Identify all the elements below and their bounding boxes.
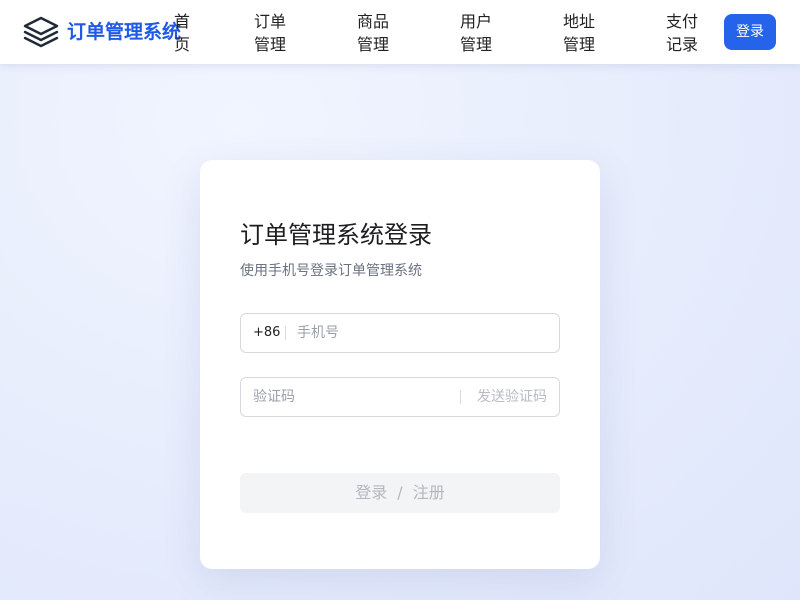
phone-divider <box>285 326 286 340</box>
login-card: 订单管理系统登录 使用手机号登录订单管理系统 +86 发送验证码 登录 / 注册 <box>200 160 600 569</box>
login-register-button[interactable]: 登录 / 注册 <box>240 473 560 513</box>
country-code-prefix: +86 <box>253 325 281 340</box>
nav-item-users[interactable]: 用户管理 <box>460 10 494 56</box>
header-login-button[interactable]: 登录 <box>724 14 776 50</box>
verification-code-input[interactable] <box>253 378 453 416</box>
submit-login-label: 登录 <box>355 483 388 502</box>
send-code-button[interactable]: 发送验证码 <box>477 378 547 416</box>
verification-code-field: 发送验证码 <box>240 377 560 417</box>
nav-item-orders[interactable]: 订单管理 <box>254 10 288 56</box>
layers-logo-icon <box>23 15 59 49</box>
top-navbar: 订单管理系统 首页 订单管理 商品管理 用户管理 地址管理 支付记录 登录 <box>0 0 800 64</box>
nav-item-home[interactable]: 首页 <box>174 10 194 56</box>
phone-input[interactable] <box>297 314 547 352</box>
nav-item-addresses[interactable]: 地址管理 <box>563 10 597 56</box>
submit-separator: / <box>397 483 403 502</box>
login-title: 订单管理系统登录 <box>240 221 432 249</box>
login-subtitle: 使用手机号登录订单管理系统 <box>240 263 422 279</box>
code-divider <box>460 390 461 404</box>
submit-register-label: 注册 <box>412 483 445 502</box>
phone-field: +86 <box>240 313 560 353</box>
nav-item-payments[interactable]: 支付记录 <box>666 10 700 56</box>
nav-item-products[interactable]: 商品管理 <box>357 10 391 56</box>
app-logo-text[interactable]: 订单管理系统 <box>67 19 181 45</box>
